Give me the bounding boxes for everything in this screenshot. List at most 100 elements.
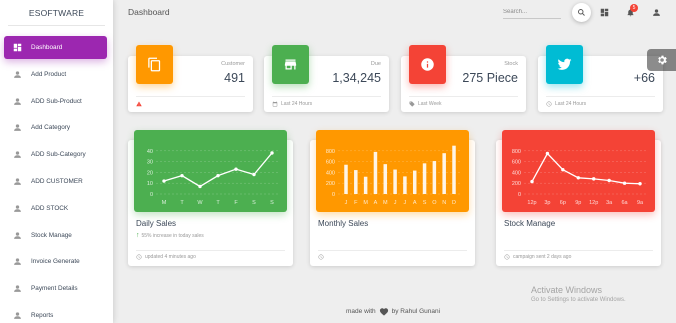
data-point — [252, 172, 256, 177]
series-line — [163, 152, 273, 188]
dashboard-grid-button[interactable] — [599, 7, 610, 18]
clock-icon — [504, 254, 510, 260]
x-tick-label: T — [216, 200, 220, 206]
x-tick-label: 6p — [560, 200, 566, 206]
bar — [354, 170, 358, 194]
sidebar-item-dashboard[interactable]: Dashboard — [4, 36, 107, 59]
y-tick-label: 20 — [147, 170, 153, 176]
sidebar-item-label: ADD STOCK — [31, 204, 69, 212]
clock-icon — [318, 254, 324, 260]
sidebar-item-add-customer[interactable]: ADD CUSTOMER — [4, 170, 107, 193]
person-icon — [13, 70, 22, 79]
windows-activation-subtitle: Go to Settings to activate Windows. — [531, 297, 626, 303]
data-point — [530, 179, 534, 184]
brand-logo[interactable]: ESOFTWARE — [8, 0, 105, 26]
y-tick-label: 400 — [512, 170, 521, 176]
bar — [393, 169, 397, 194]
stat-footer: Last 24 Hours — [272, 96, 381, 107]
chart-header: 0 10 20 30 40 M T W T F S S — [134, 130, 287, 212]
x-tick-label: 9p — [575, 200, 581, 206]
settings-plugin-button[interactable] — [647, 49, 676, 71]
twitter-icon — [557, 58, 572, 70]
y-tick-label: 40 — [147, 149, 153, 155]
chart-footer: updated 4 minutes ago — [136, 250, 285, 260]
person-icon — [13, 150, 22, 159]
y-tick-label: 0 — [332, 192, 335, 198]
person-icon — [13, 123, 22, 132]
sidebar-item-add-sub-category[interactable]: ADD Sub-Category — [4, 143, 107, 166]
update-icon — [546, 101, 552, 107]
sidebar-item-label: ADD Sub-Product — [31, 97, 82, 105]
data-point — [561, 168, 565, 172]
person-icon — [13, 257, 22, 266]
bar — [442, 153, 446, 194]
sidebar-item-stock-manage[interactable]: Stock Manage — [4, 224, 107, 247]
x-tick-label: S — [252, 200, 256, 206]
sidebar-item-add-product[interactable]: Add Product — [4, 63, 107, 86]
chart-subtitle: ↑ 55% increase in today sales — [136, 232, 204, 239]
tag-icon — [409, 101, 415, 107]
search-input[interactable] — [503, 5, 561, 19]
data-point — [576, 176, 580, 180]
dashboard-icon — [600, 8, 609, 17]
copy-icon — [148, 57, 161, 72]
sidebar-item-payment-details[interactable]: Payment Details — [4, 277, 107, 300]
x-tick-label: W — [197, 200, 203, 206]
stat-icon-box — [136, 45, 173, 84]
stat-card-stock: Stock 275 Piece Last Week — [401, 45, 526, 112]
sidebar-item-invoice-generate[interactable]: Invoice Generate — [4, 250, 107, 273]
x-tick-label: 9a — [637, 200, 644, 206]
y-tick-label: 0 — [518, 192, 521, 198]
stat-value: 491 — [224, 71, 245, 85]
stat-card-due: Due 1,34,245 Last 24 Hours — [264, 45, 389, 112]
data-point — [198, 184, 202, 189]
x-tick-label: J — [404, 200, 407, 206]
stat-icon-box — [546, 45, 583, 84]
warning-icon — [136, 101, 142, 107]
stat-footer — [136, 96, 245, 107]
notification-badge: 5 — [630, 4, 638, 12]
stat-icon-box — [409, 45, 446, 84]
sidebar-item-add-sub-product[interactable]: ADD Sub-Product — [4, 90, 107, 113]
sidebar-item-reports[interactable]: Reports — [4, 304, 107, 323]
x-tick-label: J — [394, 200, 397, 206]
y-tick-label: 800 — [326, 149, 335, 155]
chart-svg: 0 10 20 30 40 M T W T F S S — [147, 149, 280, 206]
bar — [422, 163, 427, 194]
sidebar-item-label: Add Product — [31, 70, 67, 78]
person-icon — [653, 9, 660, 16]
sidebar-item-label: Payment Details — [31, 285, 78, 293]
sidebar-item-label: Stock Manage — [31, 231, 72, 239]
dashboard-icon — [13, 43, 22, 52]
search-button[interactable] — [572, 3, 591, 22]
sidebar-item-add-stock[interactable]: ADD STOCK — [4, 197, 107, 220]
sidebar-item-label: Dashboard — [31, 44, 63, 51]
x-tick-label: 12p — [527, 200, 536, 206]
chart-svg: 0 200 400 600 800 12p 3p 6p 9p 12p 3a 6a 9a — [512, 149, 648, 206]
chart-header: 0 200 400 600 800 J F M A M J J A S O N D — [316, 130, 469, 212]
stat-icon-box — [272, 45, 309, 84]
store-icon — [284, 59, 297, 70]
chart-card-monthly-sales: 0 200 400 600 800 J F M A M J J A S O N D Monthly Sales — [310, 130, 475, 266]
y-tick-label: 10 — [147, 181, 153, 187]
person-icon — [13, 284, 22, 293]
sidebar: ESOFTWARE Dashboard Add Product ADD Sub-Pr… — [0, 0, 113, 323]
x-tick-label: M — [162, 200, 167, 206]
sidebar-item-label: Invoice Generate — [31, 258, 80, 266]
sidebar-item-add-category[interactable]: Add Category — [4, 116, 107, 139]
x-tick-label: N — [442, 200, 446, 206]
x-tick-label: 12p — [589, 200, 598, 206]
person-icon — [13, 231, 22, 240]
bar — [373, 151, 378, 194]
stat-card-customer: Customer 491 — [128, 45, 253, 112]
chart-footer-text: campaign sent 2 days ago — [513, 254, 572, 260]
user-profile-button[interactable] — [651, 7, 662, 18]
x-tick-label: A — [374, 200, 378, 206]
data-point — [607, 178, 611, 183]
stat-label: Due — [370, 61, 381, 67]
data-point — [234, 167, 238, 171]
bar — [363, 176, 368, 194]
sidebar-item-label: Add Category — [31, 124, 71, 132]
page-title: Dashboard — [128, 7, 170, 17]
stat-footer-text: Last 24 Hours — [555, 101, 587, 107]
